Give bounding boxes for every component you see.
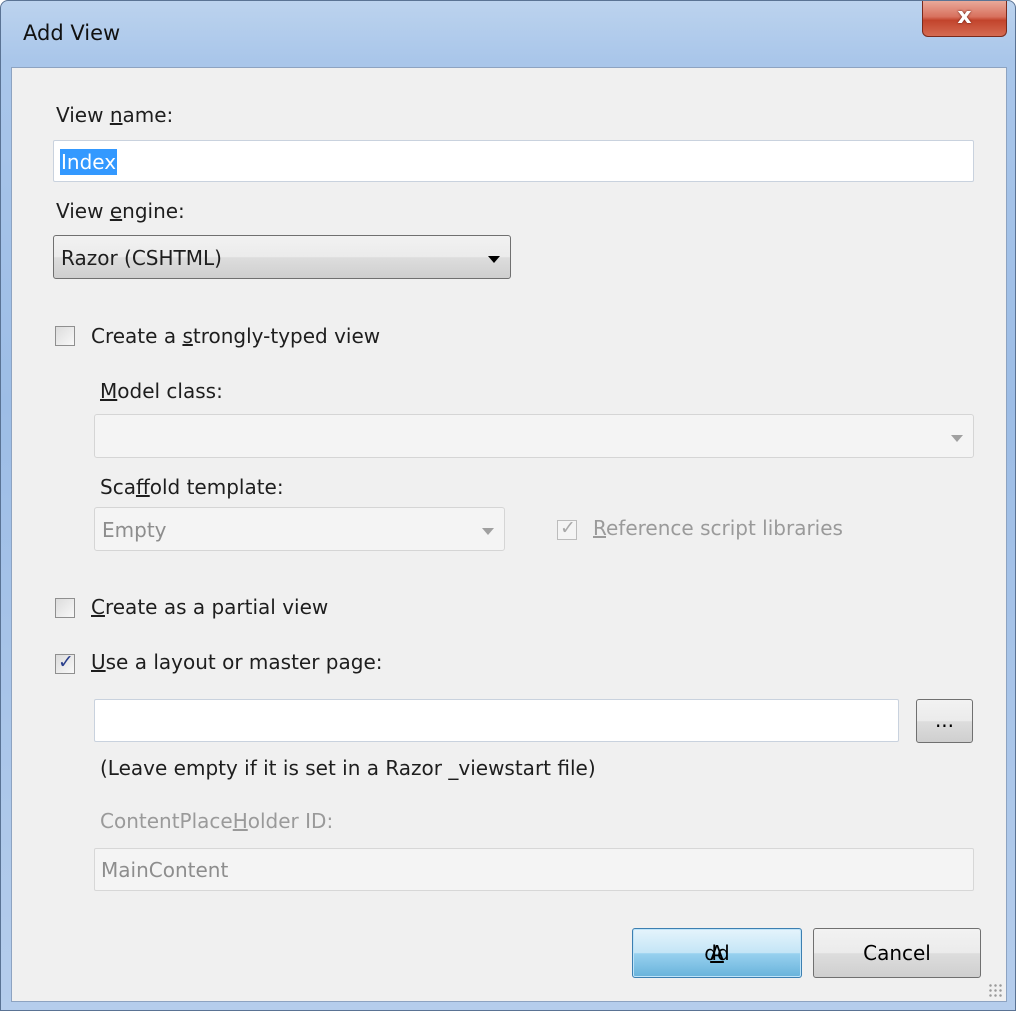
- partial-view-label[interactable]: Create as a partial view: [91, 595, 328, 619]
- view-engine-label: View engine:: [56, 199, 185, 223]
- model-class-dropdown[interactable]: [94, 414, 974, 458]
- view-engine-dropdown[interactable]: Razor (CSHTML): [53, 235, 511, 279]
- chevron-down-icon: [951, 435, 963, 442]
- add-view-dialog: Add View x View name: Index View engine:…: [0, 0, 1016, 1011]
- content-placeholder-input[interactable]: MainContent: [94, 848, 974, 891]
- layout-page-label[interactable]: Use a layout or master page:: [91, 650, 383, 674]
- title-bar[interactable]: Add View: [1, 1, 1015, 67]
- dialog-body: View name: Index View engine: Razor (CSH…: [11, 67, 1007, 1002]
- view-name-input[interactable]: Index: [53, 140, 974, 182]
- content-placeholder-label: ContentPlaceHolder ID:: [100, 809, 334, 833]
- model-class-label: Model class:: [100, 379, 223, 403]
- close-button[interactable]: x: [922, 1, 1007, 37]
- close-icon: x: [957, 4, 972, 29]
- reference-scripts-label[interactable]: Reference script libraries: [593, 516, 843, 540]
- content-placeholder-value: MainContent: [101, 858, 229, 882]
- strongly-typed-label[interactable]: Create a strongly-typed view: [91, 324, 380, 348]
- scaffold-template-value: Empty: [102, 518, 167, 542]
- checkmark-icon: ✓: [560, 517, 576, 539]
- scaffold-template-label: Scaffold template:: [100, 475, 284, 499]
- checkmark-icon: ✓: [58, 651, 74, 673]
- ellipsis-icon: ...: [934, 708, 955, 732]
- layout-page-hint: (Leave empty if it is set in a Razor _vi…: [100, 756, 596, 780]
- view-name-value: Index: [60, 149, 118, 175]
- partial-view-checkbox[interactable]: [55, 598, 75, 618]
- dialog-title: Add View: [23, 21, 121, 45]
- scaffold-template-dropdown[interactable]: Empty: [94, 507, 505, 551]
- reference-scripts-checkbox[interactable]: ✓: [557, 517, 577, 540]
- chevron-down-icon: [482, 528, 494, 535]
- chevron-down-icon: [488, 256, 500, 263]
- layout-page-checkbox[interactable]: ✓: [55, 651, 75, 674]
- cancel-button[interactable]: Cancel: [813, 928, 981, 978]
- strongly-typed-checkbox[interactable]: [55, 326, 75, 346]
- add-button[interactable]: Add: [632, 928, 802, 978]
- browse-button[interactable]: ...: [916, 699, 973, 743]
- view-name-label: View name:: [56, 103, 174, 127]
- view-engine-value: Razor (CSHTML): [61, 246, 222, 270]
- resize-grip-icon[interactable]: [988, 983, 1002, 997]
- layout-page-input[interactable]: [94, 699, 899, 742]
